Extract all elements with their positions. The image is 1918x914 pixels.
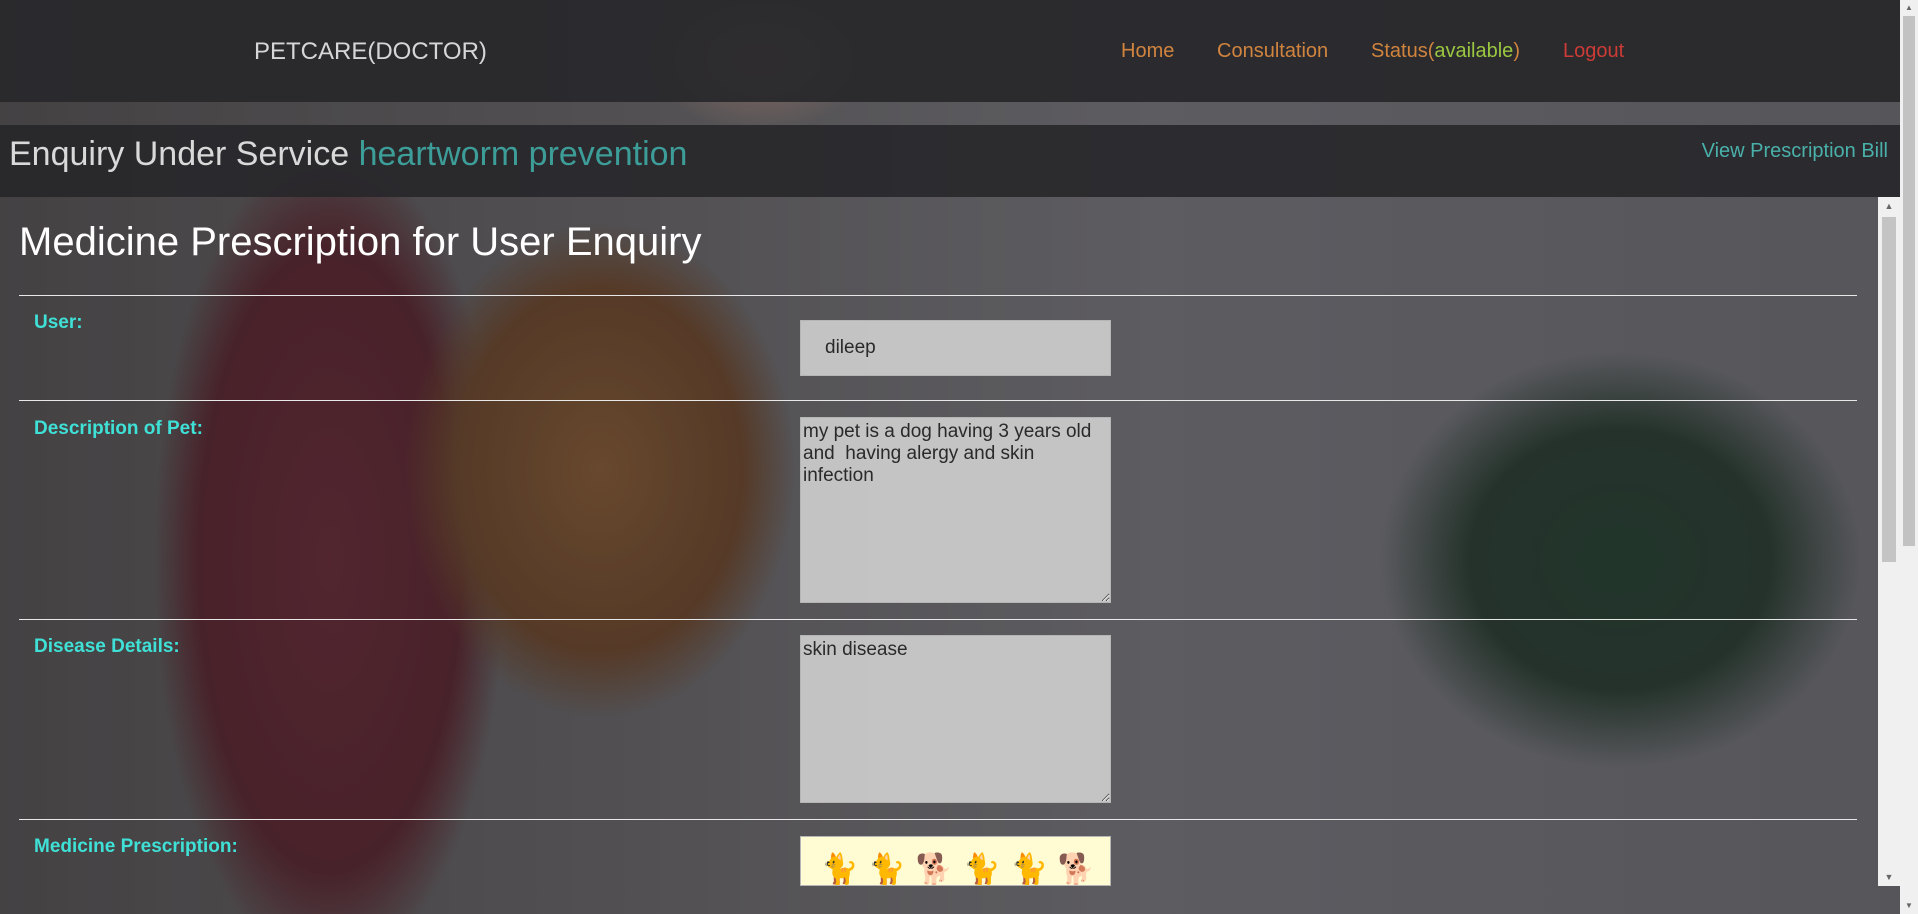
pet-silhouettes-pattern: 🐈🐈🐕🐈🐈🐕 <box>821 853 1106 886</box>
window-scroll-up-arrow-icon[interactable]: ▲ <box>1900 0 1918 16</box>
medicine-prescription-label: Medicine Prescription: <box>34 836 238 857</box>
status-suffix: ) <box>1513 40 1520 62</box>
window-scrollbar[interactable]: ▲ ▼ <box>1900 0 1918 914</box>
medicine-prescription-editor[interactable]: 🐈🐈🐕🐈🐈🐕 <box>800 836 1111 886</box>
page-title: Medicine Prescription for User Enquiry <box>19 220 702 264</box>
divider <box>19 295 1857 296</box>
top-navbar: PETCARE(DOCTOR) Home Consultation Status… <box>0 0 1900 102</box>
status-available: available <box>1434 40 1514 62</box>
enquiry-title: Enquiry Under Service heartworm preventi… <box>9 135 687 174</box>
status-prefix: Status( <box>1371 40 1435 62</box>
pet-description-label: Description of Pet: <box>34 418 203 439</box>
user-field[interactable]: dileep <box>800 320 1111 376</box>
divider <box>19 819 1857 820</box>
pet-description-textarea[interactable]: my pet is a dog having 3 years old and h… <box>800 417 1111 603</box>
nav-status-link[interactable]: Status(available) <box>1371 40 1520 63</box>
nav-logout-link[interactable]: Logout <box>1563 40 1624 63</box>
disease-details-label: Disease Details: <box>34 636 180 657</box>
brand-logo[interactable]: PETCARE(DOCTOR) <box>254 38 487 66</box>
window-scrollbar-thumb[interactable] <box>1903 16 1915 546</box>
view-prescription-bill-link[interactable]: View Prescription Bill <box>1702 140 1888 163</box>
service-name: heartworm prevention <box>358 135 688 173</box>
panel-scrollbar[interactable]: ▲ ▼ <box>1878 197 1900 886</box>
nav-home-link[interactable]: Home <box>1121 40 1174 63</box>
window-scroll-down-arrow-icon[interactable]: ▼ <box>1900 898 1918 914</box>
scroll-down-arrow-icon[interactable]: ▼ <box>1878 868 1900 886</box>
panel-scrollbar-thumb[interactable] <box>1882 217 1896 562</box>
disease-details-textarea[interactable]: skin disease <box>800 635 1111 803</box>
divider <box>19 619 1857 620</box>
divider <box>19 400 1857 401</box>
enquiry-title-prefix: Enquiry Under Service <box>9 135 350 173</box>
scroll-up-arrow-icon[interactable]: ▲ <box>1878 197 1900 215</box>
nav-consultation-link[interactable]: Consultation <box>1217 40 1328 63</box>
user-label: User: <box>34 312 83 333</box>
